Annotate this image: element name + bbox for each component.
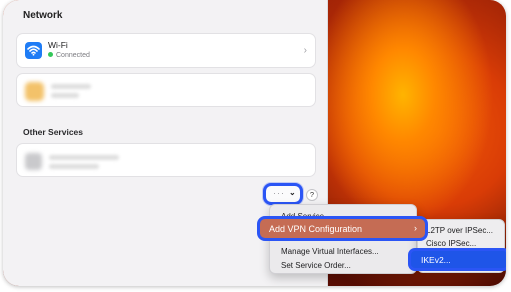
blurred-other-service-row[interactable] bbox=[16, 143, 316, 177]
blurred-text bbox=[49, 155, 119, 160]
submenu-item-label: IKEv2... bbox=[421, 255, 451, 265]
chevron-down-icon: ⌄ bbox=[289, 188, 296, 197]
desktop-screen: Network Wi-Fi Connected › Other Services bbox=[3, 0, 506, 286]
wifi-name-label: Wi-Fi bbox=[48, 40, 68, 50]
menu-item-manage-virtual-interfaces[interactable]: Manage Virtual Interfaces... bbox=[281, 247, 379, 256]
status-dot-icon bbox=[48, 51, 53, 57]
wifi-status-label: Connected bbox=[56, 52, 90, 59]
menu-item-set-service-order[interactable]: Set Service Order... bbox=[281, 261, 351, 270]
chevron-right-icon: › bbox=[303, 45, 307, 56]
blurred-service-row[interactable] bbox=[16, 73, 316, 107]
chevron-right-icon: › bbox=[414, 223, 417, 233]
blurred-text bbox=[51, 93, 79, 98]
wifi-status: Connected bbox=[48, 51, 90, 59]
submenu-item-l2tp[interactable]: L2TP over IPSec... bbox=[426, 226, 493, 235]
page-title: Network bbox=[23, 10, 63, 21]
help-button[interactable]: ? bbox=[306, 189, 318, 201]
menu-item-add-vpn-configuration[interactable]: Add VPN Configuration › bbox=[257, 216, 428, 241]
blurred-text bbox=[49, 164, 99, 169]
menu-item-label: Add VPN Configuration bbox=[269, 224, 363, 234]
submenu-item-cisco-ipsec[interactable]: Cisco IPSec... bbox=[426, 239, 476, 248]
blurred-service-icon bbox=[25, 82, 44, 101]
wifi-service-row[interactable]: Wi-Fi Connected › bbox=[16, 33, 316, 68]
submenu-item-ikev2[interactable]: IKEv2... bbox=[408, 248, 506, 271]
section-title: Other Services bbox=[23, 127, 84, 137]
blurred-service-icon bbox=[25, 153, 42, 170]
more-actions-button[interactable]: ··· ⌄ bbox=[263, 183, 303, 205]
wifi-icon bbox=[25, 42, 42, 59]
ellipsis-icon: ··· bbox=[273, 188, 285, 198]
blurred-text bbox=[51, 84, 91, 89]
